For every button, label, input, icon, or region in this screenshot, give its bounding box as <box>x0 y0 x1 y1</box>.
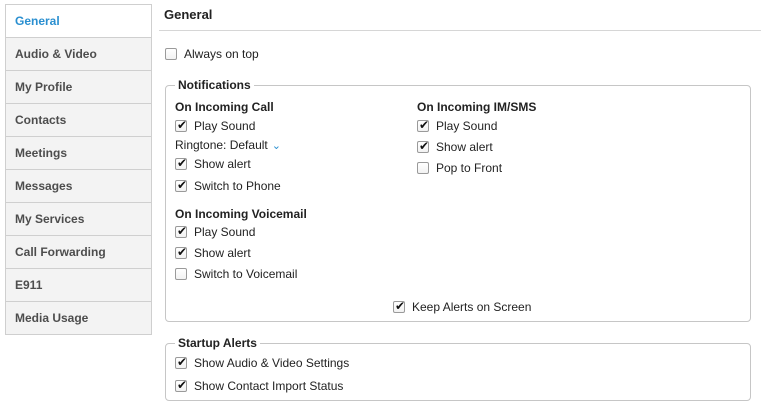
im-play-sound-option[interactable]: Play Sound <box>417 118 498 133</box>
im-show-alert-label: Show alert <box>436 140 493 154</box>
voicemail-play-sound-checkbox[interactable] <box>175 224 187 238</box>
settings-sidebar: General Audio & Video My Profile Contact… <box>5 4 152 335</box>
chevron-down-icon[interactable]: ⌄ <box>272 139 281 152</box>
sidebar-item-audio-video[interactable]: Audio & Video <box>6 38 151 71</box>
incoming-voicemail-heading: On Incoming Voicemail <box>175 207 307 221</box>
sidebar-item-e911[interactable]: E911 <box>6 269 151 302</box>
im-show-alert-checkbox[interactable] <box>417 139 429 153</box>
sidebar-item-my-services[interactable]: My Services <box>6 203 151 236</box>
show-av-settings-option[interactable]: Show Audio & Video Settings <box>175 355 350 370</box>
pop-to-front-label: Pop to Front <box>436 161 503 175</box>
voicemail-show-alert-label: Show alert <box>194 246 251 260</box>
show-av-settings-checkbox[interactable] <box>175 355 187 369</box>
switch-to-voicemail-option[interactable]: Switch to Voicemail <box>175 267 297 281</box>
keep-alerts-checkbox[interactable] <box>393 299 405 313</box>
notifications-legend: Notifications <box>175 78 254 92</box>
switch-to-voicemail-checkbox[interactable] <box>175 268 187 280</box>
switch-to-voicemail-label: Switch to Voicemail <box>194 267 298 281</box>
sidebar-item-meetings[interactable]: Meetings <box>6 137 151 170</box>
call-play-sound-label: Play Sound <box>194 119 256 133</box>
voicemail-play-sound-option[interactable]: Play Sound <box>175 224 256 239</box>
pop-to-front-checkbox[interactable] <box>417 162 429 174</box>
show-contact-import-checkbox[interactable] <box>175 378 187 392</box>
show-av-settings-label: Show Audio & Video Settings <box>194 356 350 370</box>
call-show-alert-checkbox[interactable] <box>175 156 187 170</box>
voicemail-show-alert-option[interactable]: Show alert <box>175 245 251 260</box>
sidebar-item-general[interactable]: General <box>6 5 151 38</box>
sidebar-item-call-forwarding[interactable]: Call Forwarding <box>6 236 151 269</box>
pop-to-front-option[interactable]: Pop to Front <box>417 161 502 175</box>
sidebar-item-media-usage[interactable]: Media Usage <box>6 302 151 335</box>
incoming-im-heading: On Incoming IM/SMS <box>417 100 537 114</box>
always-on-top-checkbox[interactable] <box>165 48 177 60</box>
incoming-call-heading: On Incoming Call <box>175 100 274 114</box>
im-play-sound-label: Play Sound <box>436 119 498 133</box>
keep-alerts-label: Keep Alerts on Screen <box>412 300 532 314</box>
always-on-top-option[interactable]: Always on top <box>165 47 259 61</box>
ringtone-label: Ringtone: <box>175 138 227 152</box>
page-title: General <box>164 7 213 22</box>
switch-to-phone-checkbox[interactable] <box>175 178 187 192</box>
ringtone-selector[interactable]: Ringtone: Default ⌄ <box>175 138 281 152</box>
call-play-sound-checkbox[interactable] <box>175 118 187 132</box>
call-play-sound-option[interactable]: Play Sound <box>175 118 256 133</box>
show-contact-import-option[interactable]: Show Contact Import Status <box>175 378 344 393</box>
sidebar-item-my-profile[interactable]: My Profile <box>6 71 151 104</box>
switch-to-phone-option[interactable]: Switch to Phone <box>175 178 281 193</box>
switch-to-phone-label: Switch to Phone <box>194 179 281 193</box>
sidebar-item-contacts[interactable]: Contacts <box>6 104 151 137</box>
sidebar-item-messages[interactable]: Messages <box>6 170 151 203</box>
voicemail-play-sound-label: Play Sound <box>194 225 256 239</box>
im-show-alert-option[interactable]: Show alert <box>417 139 493 154</box>
call-show-alert-option[interactable]: Show alert <box>175 156 251 171</box>
ringtone-value[interactable]: Default <box>230 138 268 152</box>
title-divider <box>159 30 761 31</box>
show-contact-import-label: Show Contact Import Status <box>194 379 344 393</box>
keep-alerts-option[interactable]: Keep Alerts on Screen <box>393 299 532 314</box>
im-play-sound-checkbox[interactable] <box>417 118 429 132</box>
always-on-top-label: Always on top <box>184 47 259 61</box>
startup-alerts-legend: Startup Alerts <box>175 336 260 350</box>
voicemail-show-alert-checkbox[interactable] <box>175 245 187 259</box>
call-show-alert-label: Show alert <box>194 157 251 171</box>
